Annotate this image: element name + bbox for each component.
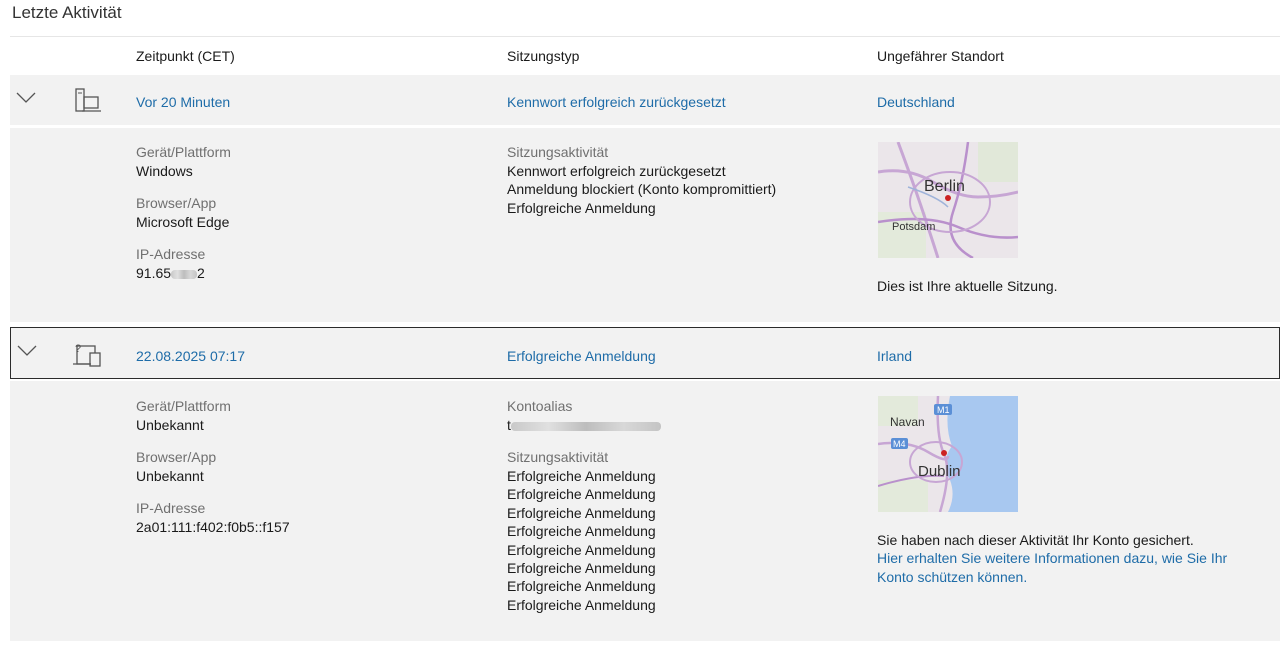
- chevron-down-icon[interactable]: [16, 90, 36, 104]
- activity-item: Erfolgreiche Anmeldung: [507, 504, 656, 521]
- activity-list: Kennwort erfolgreich zurückgesetzt Anmel…: [507, 162, 776, 217]
- map-city-label: Dublin: [918, 463, 961, 480]
- ip-value: 91.65 2: [136, 265, 205, 281]
- computer-icon: [75, 88, 101, 112]
- column-header-session-type: Sitzungstyp: [507, 48, 580, 64]
- activity-item: Erfolgreiche Anmeldung: [507, 578, 656, 595]
- current-session-note: Dies ist Ihre aktuelle Sitzung.: [877, 278, 1058, 294]
- ip-value: 2a01:111:f402:f0b5::f157: [136, 519, 290, 535]
- secured-note: Sie haben nach dieser Aktivität Ihr Kont…: [877, 532, 1194, 548]
- browser-value: Unbekannt: [136, 468, 204, 484]
- browser-value: Microsoft Edge: [136, 214, 230, 230]
- unknown-device-icon: ?: [73, 343, 101, 367]
- ip-label: IP-Adresse: [136, 246, 206, 262]
- device-value: Windows: [136, 163, 193, 179]
- session-time-link[interactable]: 22.08.2025 07:17: [136, 348, 245, 364]
- location-map: M1 M4 Dublin Navan: [878, 396, 1018, 512]
- alias-label: Kontoalias: [507, 398, 573, 414]
- redacted-alias: [510, 421, 661, 431]
- location-map: Berlin Potsdam: [878, 142, 1018, 258]
- activity-item: Kennwort erfolgreich zurückgesetzt: [507, 163, 726, 179]
- column-header-location: Ungefährer Standort: [877, 48, 1004, 64]
- svg-text:?: ?: [75, 343, 81, 355]
- session-type-link[interactable]: Erfolgreiche Anmeldung: [507, 348, 656, 364]
- activity-item: Erfolgreiche Anmeldung: [507, 468, 656, 484]
- map-city-label: Berlin: [924, 178, 965, 195]
- map-secondary-label: Navan: [890, 415, 925, 429]
- device-label: Gerät/Plattform: [136, 144, 231, 160]
- activity-item: Erfolgreiche Anmeldung: [507, 560, 656, 577]
- session-row-1[interactable]: Vor 20 Minuten Kennwort erfolgreich zurü…: [10, 75, 1280, 125]
- activity-item: Anmeldung blockiert (Konto kompromittier…: [507, 181, 777, 198]
- session-details-2: Gerät/Plattform Unbekannt Browser/App Un…: [10, 381, 1280, 641]
- map-road-label: M4: [893, 439, 906, 449]
- divider: [10, 36, 1280, 37]
- device-label: Gerät/Plattform: [136, 398, 231, 414]
- activity-item: Erfolgreiche Anmeldung: [507, 541, 656, 558]
- map-secondary-label: Potsdam: [892, 221, 935, 233]
- activity-item: Erfolgreiche Anmeldung: [507, 486, 656, 503]
- device-value: Unbekannt: [136, 417, 204, 433]
- column-header-time: Zeitpunkt (CET): [136, 48, 235, 64]
- alias-value: t: [507, 417, 661, 433]
- session-location-link[interactable]: Irland: [877, 348, 912, 364]
- activity-label: Sitzungsaktivität: [507, 449, 609, 465]
- activity-list: Erfolgreiche Anmeldung Erfolgreiche Anme…: [507, 467, 656, 614]
- session-type-link[interactable]: Kennwort erfolgreich zurückgesetzt: [507, 94, 726, 110]
- browser-label: Browser/App: [136, 195, 217, 211]
- browser-label: Browser/App: [136, 449, 217, 465]
- chevron-down-icon[interactable]: [17, 343, 37, 357]
- learn-more-link[interactable]: Hier erhalten Sie weitere Informationen …: [877, 549, 1237, 587]
- redacted-ip: [171, 269, 198, 279]
- session-row-2[interactable]: ? 22.08.2025 07:17 Erfolgreiche Anmeldun…: [10, 327, 1280, 379]
- activity-item: Erfolgreiche Anmeldung: [507, 199, 656, 216]
- session-time-link[interactable]: Vor 20 Minuten: [136, 94, 230, 110]
- activity-item: Erfolgreiche Anmeldung: [507, 523, 656, 540]
- ip-label: IP-Adresse: [136, 500, 206, 516]
- activity-item: Erfolgreiche Anmeldung: [507, 596, 656, 613]
- page-title: Letzte Aktivität: [12, 3, 122, 22]
- map-road-label: M1: [937, 405, 950, 415]
- session-location-link[interactable]: Deutschland: [877, 94, 955, 110]
- activity-label: Sitzungsaktivität: [507, 144, 609, 160]
- session-details-1: Gerät/Plattform Windows Browser/App Micr…: [10, 128, 1280, 322]
